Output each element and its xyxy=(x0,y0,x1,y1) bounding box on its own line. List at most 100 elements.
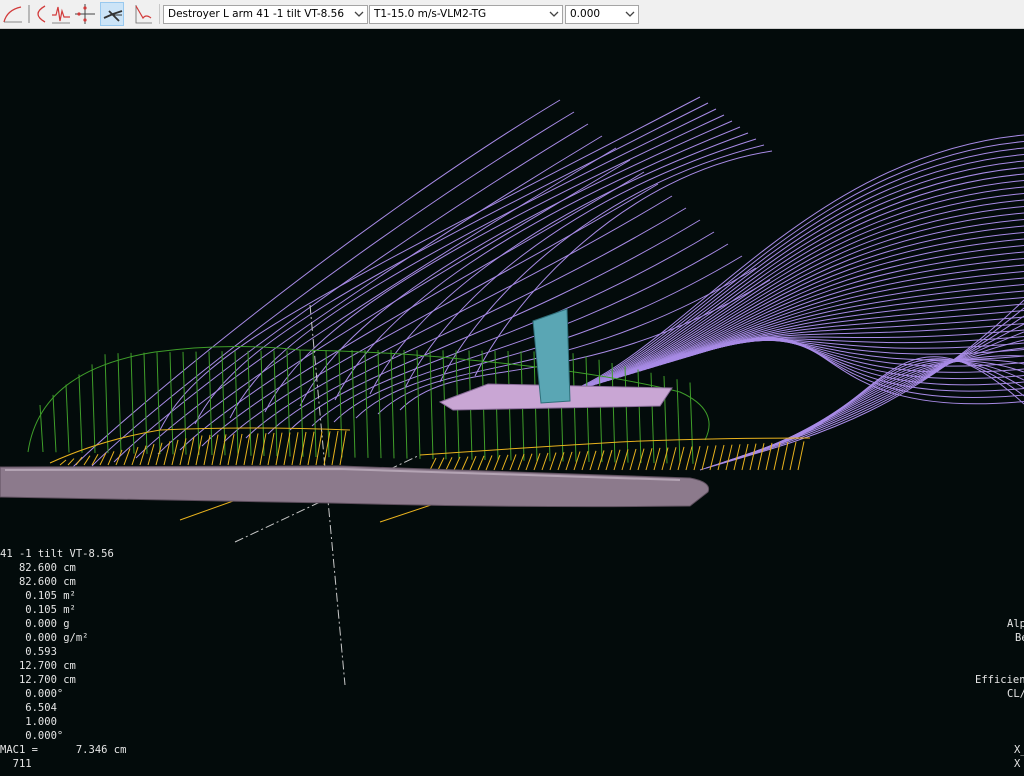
lift-line xyxy=(749,443,757,471)
graph-curve-icon[interactable] xyxy=(49,2,73,26)
plane-info-row: 0.105 m² xyxy=(0,590,76,602)
polar-curve-icon[interactable] xyxy=(1,2,25,26)
lift-line xyxy=(541,452,549,471)
lift-line xyxy=(291,432,299,466)
streamline xyxy=(583,173,1024,389)
lift-line xyxy=(299,431,307,466)
downwash-line xyxy=(429,350,434,460)
streamline xyxy=(159,96,701,431)
lift-line xyxy=(629,448,637,471)
lift-line xyxy=(307,431,315,466)
lift-line xyxy=(701,445,709,471)
lift-line xyxy=(525,453,533,471)
lift-line xyxy=(139,445,147,466)
lift-line xyxy=(469,456,477,471)
lift-line xyxy=(645,448,653,471)
lift-line xyxy=(725,444,733,471)
plane-info-row: 0.593 xyxy=(0,646,57,658)
streamline xyxy=(771,358,1024,447)
streamline xyxy=(567,147,1024,394)
downwash-line xyxy=(390,350,395,459)
3d-scene[interactable]: Y xyxy=(0,29,1024,776)
downwash-line xyxy=(260,350,265,457)
downwash-line xyxy=(299,350,304,457)
lift-line xyxy=(267,432,275,466)
chevron-down-icon xyxy=(625,11,635,17)
plane-info-row: 12.700 cm xyxy=(0,674,76,686)
downwash-line xyxy=(416,350,421,459)
plane-info-row: 1.000 xyxy=(0,716,57,728)
lift-line xyxy=(99,452,107,466)
lift-line xyxy=(429,457,437,471)
lift-line xyxy=(485,455,493,471)
toolbar: Destroyer L arm 41 -1 tilt VT-8.56 T1-15… xyxy=(0,0,1024,29)
lift-line xyxy=(227,434,235,466)
lift-line xyxy=(243,433,251,466)
stability-icon[interactable] xyxy=(131,2,155,26)
main-wing xyxy=(0,465,710,508)
lift-line xyxy=(211,434,219,466)
polar-select[interactable]: T1-15.0 m/s-VLM2-TG xyxy=(369,5,563,24)
downwash-line xyxy=(169,352,174,455)
downwash-line xyxy=(195,351,200,455)
lift-line xyxy=(493,454,501,471)
beta-label: Be xyxy=(1015,632,1024,644)
downwash-line xyxy=(273,350,278,457)
streamlines xyxy=(69,96,1024,471)
cp-view-icon[interactable] xyxy=(73,2,97,26)
lift-line xyxy=(693,445,701,471)
3d-view-icon[interactable] xyxy=(100,2,124,26)
lift-line xyxy=(437,457,445,471)
plane-info-row: 0.105 m² xyxy=(0,604,76,616)
lift-line xyxy=(315,431,323,466)
lift-line xyxy=(621,449,629,471)
chevron-down-icon xyxy=(549,11,559,17)
chevron-down-icon xyxy=(354,11,364,17)
lift-line xyxy=(83,455,91,466)
plane-info-row: 12.700 cm xyxy=(0,660,76,672)
lift-line xyxy=(107,451,115,466)
lift-line xyxy=(789,441,797,471)
lift-line xyxy=(597,450,605,471)
plane-info-row: 41 -1 tilt VT-8.56 xyxy=(0,548,114,560)
lift-line xyxy=(283,432,291,466)
lift-line xyxy=(445,457,453,471)
3d-viewport[interactable]: Y 41 -1 tilt VT-8.56 82.600 cm 82.600 cm… xyxy=(0,29,1024,776)
lift-line xyxy=(653,447,661,471)
lift-line xyxy=(461,456,469,471)
lift-line xyxy=(677,446,685,471)
downwash-line xyxy=(351,350,356,458)
lift-line xyxy=(549,452,557,471)
lift-line xyxy=(131,446,139,466)
lift-line xyxy=(179,438,187,466)
downwash-line xyxy=(91,364,96,453)
lift-line xyxy=(685,446,693,471)
lift-line xyxy=(203,434,211,466)
plane-info-row: 0.000° xyxy=(0,730,64,742)
downwash-line xyxy=(52,394,57,453)
lift-line xyxy=(717,444,725,471)
plane-select[interactable]: Destroyer L arm 41 -1 tilt VT-8.56 xyxy=(163,5,368,24)
lift-line xyxy=(781,442,789,471)
lift-line xyxy=(75,456,83,466)
plane-info-row: 6.504 xyxy=(0,702,57,714)
lift-line xyxy=(115,449,123,466)
cl-cd-label: CL/ xyxy=(1007,688,1024,700)
lift-line xyxy=(251,433,259,466)
streamline xyxy=(91,111,575,467)
lift-line xyxy=(477,455,485,471)
polar-select-value: T1-15.0 m/s-VLM2-TG xyxy=(374,8,487,20)
opp-select[interactable]: 0.000 xyxy=(565,5,639,24)
downwash-line xyxy=(104,354,109,454)
plane-info-row: MAC1 = 7.346 cm xyxy=(0,744,127,756)
opp-curve-icon[interactable] xyxy=(25,2,49,26)
lift-line xyxy=(573,451,581,471)
lift-line xyxy=(59,459,67,466)
toolbar-separator xyxy=(159,4,160,24)
efficiency-label: Efficien xyxy=(975,674,1024,686)
lift-line xyxy=(565,451,573,471)
plane-info-row: 0.000 g/m² xyxy=(0,632,89,644)
lift-line xyxy=(757,443,765,471)
plane-info-row: 82.600 cm xyxy=(0,562,76,574)
plane-info-row: 0.000 g xyxy=(0,618,70,630)
